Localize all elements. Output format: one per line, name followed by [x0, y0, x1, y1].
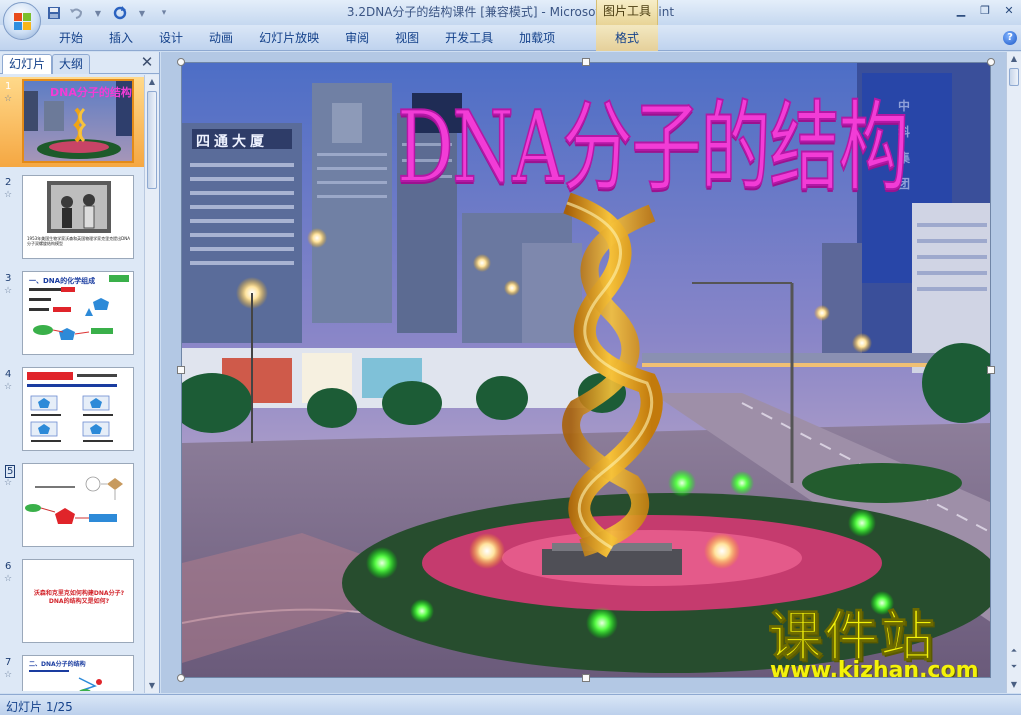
tab-animations[interactable]: 动画	[196, 25, 246, 51]
status-bar: 幻灯片 1/25	[0, 694, 1021, 715]
tab-view[interactable]: 视图	[382, 25, 432, 51]
slide-preview: DNA分子的结构	[22, 79, 134, 163]
editor-scroll-thumb[interactable]	[1009, 68, 1019, 86]
slide-preview-text: 沃森和克里克如何构建DNA分子?DNA的结构又是如何?	[33, 590, 125, 605]
slide-number: 5	[5, 465, 16, 478]
scroll-down-icon[interactable]: ▼	[145, 679, 159, 693]
resize-handle-top[interactable]	[582, 58, 590, 66]
slide-thumbnail[interactable]: 6 ☆ 沃森和克里克如何构建DNA分子?DNA的结构又是如何?	[0, 557, 144, 647]
resize-handle-right[interactable]	[987, 366, 995, 374]
resize-handle-bottom-left[interactable]	[177, 674, 185, 682]
scroll-up-icon[interactable]: ▲	[145, 75, 159, 89]
animation-star-icon: ☆	[4, 286, 13, 296]
animation-star-icon: ☆	[4, 94, 13, 104]
tab-slides[interactable]: 幻灯片	[2, 54, 53, 74]
slide-preview: 二、DNA分子的结构	[22, 655, 134, 691]
slide-thumbnail[interactable]: 5 ☆	[0, 461, 144, 551]
slides-pane: 幻灯片 大纲 ✕ 1 ☆ DNA分子的结构 2 ☆ 1953年美国生物学家沃森和…	[0, 52, 160, 693]
slide-preview: 一、DNA的化学组成	[22, 271, 134, 355]
maximize-icon[interactable]: ❐	[973, 0, 997, 20]
slide-thumbnail[interactable]: 3 ☆ 一、DNA的化学组成	[0, 269, 144, 359]
slide-preview-heading: 一、DNA的化学组成	[29, 277, 96, 285]
slide-number: 4	[5, 369, 12, 380]
scroll-up-icon[interactable]: ▲	[1007, 52, 1021, 66]
pane-tabs: 幻灯片 大纲 ✕	[0, 52, 160, 74]
office-button[interactable]	[3, 2, 41, 40]
office-logo-icon	[14, 13, 32, 31]
tab-add-ins[interactable]: 加载项	[506, 25, 568, 51]
tab-home[interactable]: 开始	[46, 25, 96, 51]
slide-counter: 幻灯片 1/25	[6, 700, 73, 714]
pane-scroll-thumb[interactable]	[147, 91, 157, 189]
animation-star-icon: ☆	[4, 382, 13, 392]
slide-number: 2	[5, 177, 12, 188]
undo-icon[interactable]	[68, 5, 84, 21]
slide-thumbnail-list: 1 ☆ DNA分子的结构 2 ☆ 1953年美国生物学家沃森和英国物理学家克里克…	[0, 75, 144, 691]
slide-preview-text: 二、DNA分子的结构	[29, 661, 86, 668]
tab-review[interactable]: 审阅	[332, 25, 382, 51]
slide-preview	[22, 367, 134, 451]
slide-preview-caption: 1953年美国生物学家沃森和英国物理学家克里克提出DNA分子双螺旋结构模型	[27, 236, 130, 246]
animation-star-icon: ☆	[4, 670, 13, 680]
ribbon-tab-bar: 开始 插入 设计 动画 幻灯片放映 审阅 视图 开发工具 加载项 格式 ?	[0, 25, 1021, 51]
redo-dropdown-icon[interactable]: ▼	[134, 5, 150, 21]
animation-star-icon: ☆	[4, 574, 13, 584]
close-icon[interactable]: ✕	[997, 0, 1021, 20]
slide-number: 7	[5, 657, 12, 668]
save-icon[interactable]	[46, 5, 62, 21]
picture-tools-group-label: 图片工具	[596, 0, 658, 25]
close-pane-icon[interactable]: ✕	[140, 55, 154, 70]
slide-preview	[22, 463, 134, 547]
help-icon[interactable]: ?	[1003, 31, 1017, 45]
animation-star-icon: ☆	[4, 478, 13, 488]
customize-toolbar-icon[interactable]: ▾	[156, 5, 172, 21]
tab-insert[interactable]: 插入	[96, 25, 146, 51]
resize-handle-top-right[interactable]	[987, 58, 995, 66]
tab-format[interactable]: 格式	[596, 25, 658, 51]
resize-handle-bottom[interactable]	[582, 674, 590, 682]
slide-number: 3	[5, 273, 12, 284]
slide-preview: 沃森和克里克如何构建DNA分子?DNA的结构又是如何?	[22, 559, 134, 643]
scroll-down-icon[interactable]: ▼	[1007, 678, 1021, 692]
slide-number: 1	[5, 81, 12, 92]
watermark-url: www.kjzhan.com	[770, 658, 979, 678]
redo-icon[interactable]	[112, 5, 128, 21]
slide-thumbnail[interactable]: 1 ☆ DNA分子的结构	[0, 77, 144, 167]
slide-canvas[interactable]: 四通大厦 中科集团 DNA分子的结构 课件站 www.kjzhan.com	[181, 62, 991, 678]
tab-design[interactable]: 设计	[146, 25, 196, 51]
slide-thumbnail[interactable]: 2 ☆ 1953年美国生物学家沃森和英国物理学家克里克提出DNA分子双螺旋结构模…	[0, 173, 144, 263]
undo-dropdown-icon[interactable]: ▼	[90, 5, 106, 21]
pane-scrollbar[interactable]: ▲ ▼	[144, 75, 159, 693]
slide-thumbnail[interactable]: 4 ☆	[0, 365, 144, 455]
resize-handle-top-left[interactable]	[177, 58, 185, 66]
resize-handle-left[interactable]	[177, 366, 185, 374]
animation-star-icon: ☆	[4, 190, 13, 200]
quick-access-toolbar: ▼ ▼ ▾	[46, 4, 172, 22]
slide-thumbnail[interactable]: 7 ☆ 二、DNA分子的结构	[0, 653, 144, 691]
slide-number: 6	[5, 561, 12, 572]
title-bar: ▼ ▼ ▾ 3.2DNA分子的结构课件 [兼容模式] - Microsoft P…	[0, 0, 1021, 25]
previous-slide-icon[interactable]: ⏶	[1007, 644, 1021, 658]
slide-editor: 四通大厦 中科集团 DNA分子的结构 课件站 www.kjzhan.com	[161, 52, 1007, 693]
tab-outline[interactable]: 大纲	[52, 54, 91, 74]
editor-scrollbar[interactable]: ▲ ⏶ ⏷ ▼	[1006, 52, 1021, 693]
building-sign: 四通大厦	[196, 134, 268, 150]
slide-title[interactable]: DNA分子的结构	[396, 92, 909, 204]
tab-developer[interactable]: 开发工具	[432, 25, 506, 51]
slide-preview: 1953年美国生物学家沃森和英国物理学家克里克提出DNA分子双螺旋结构模型	[22, 175, 134, 259]
tab-slide-show[interactable]: 幻灯片放映	[246, 25, 332, 51]
next-slide-icon[interactable]: ⏷	[1007, 660, 1021, 674]
minimize-icon[interactable]: ▁	[949, 0, 973, 20]
slide-preview-title: DNA分子的结构	[50, 86, 132, 99]
window-controls: ▁ ❐ ✕	[949, 0, 1021, 20]
